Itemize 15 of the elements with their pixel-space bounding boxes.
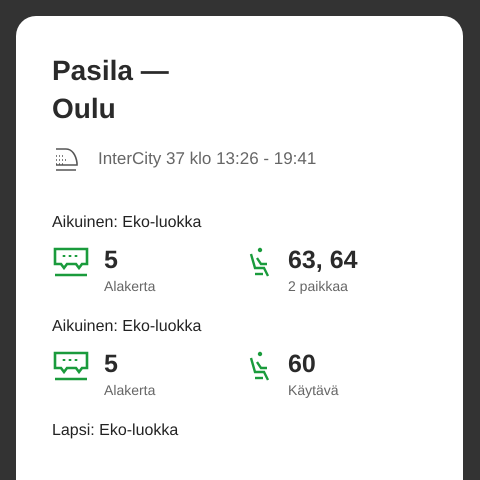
passenger-heading: Aikuinen: Eko-luokka — [52, 318, 202, 336]
car-level: Alakerta — [104, 278, 156, 294]
seat-numbers: 63, 64 — [288, 246, 358, 274]
passenger-heading: Aikuinen: Eko-luokka — [52, 214, 202, 232]
car-number: 5 — [104, 350, 119, 378]
seat-numbers: 60 — [288, 350, 317, 378]
train-car-icon — [52, 246, 90, 278]
passenger-heading: Lapsi: Eko-luokka — [52, 422, 180, 440]
train-car-icon — [52, 350, 90, 382]
seat-info: 2 paikkaa — [288, 278, 349, 294]
seat-info: Käytävä — [288, 382, 339, 398]
route-title: Pasila — Oulu — [52, 54, 170, 126]
car-level: Alakerta — [104, 382, 156, 398]
train-info: InterCity 37 klo 13:26 - 19:41 — [98, 149, 316, 169]
car-number: 5 — [104, 246, 119, 274]
